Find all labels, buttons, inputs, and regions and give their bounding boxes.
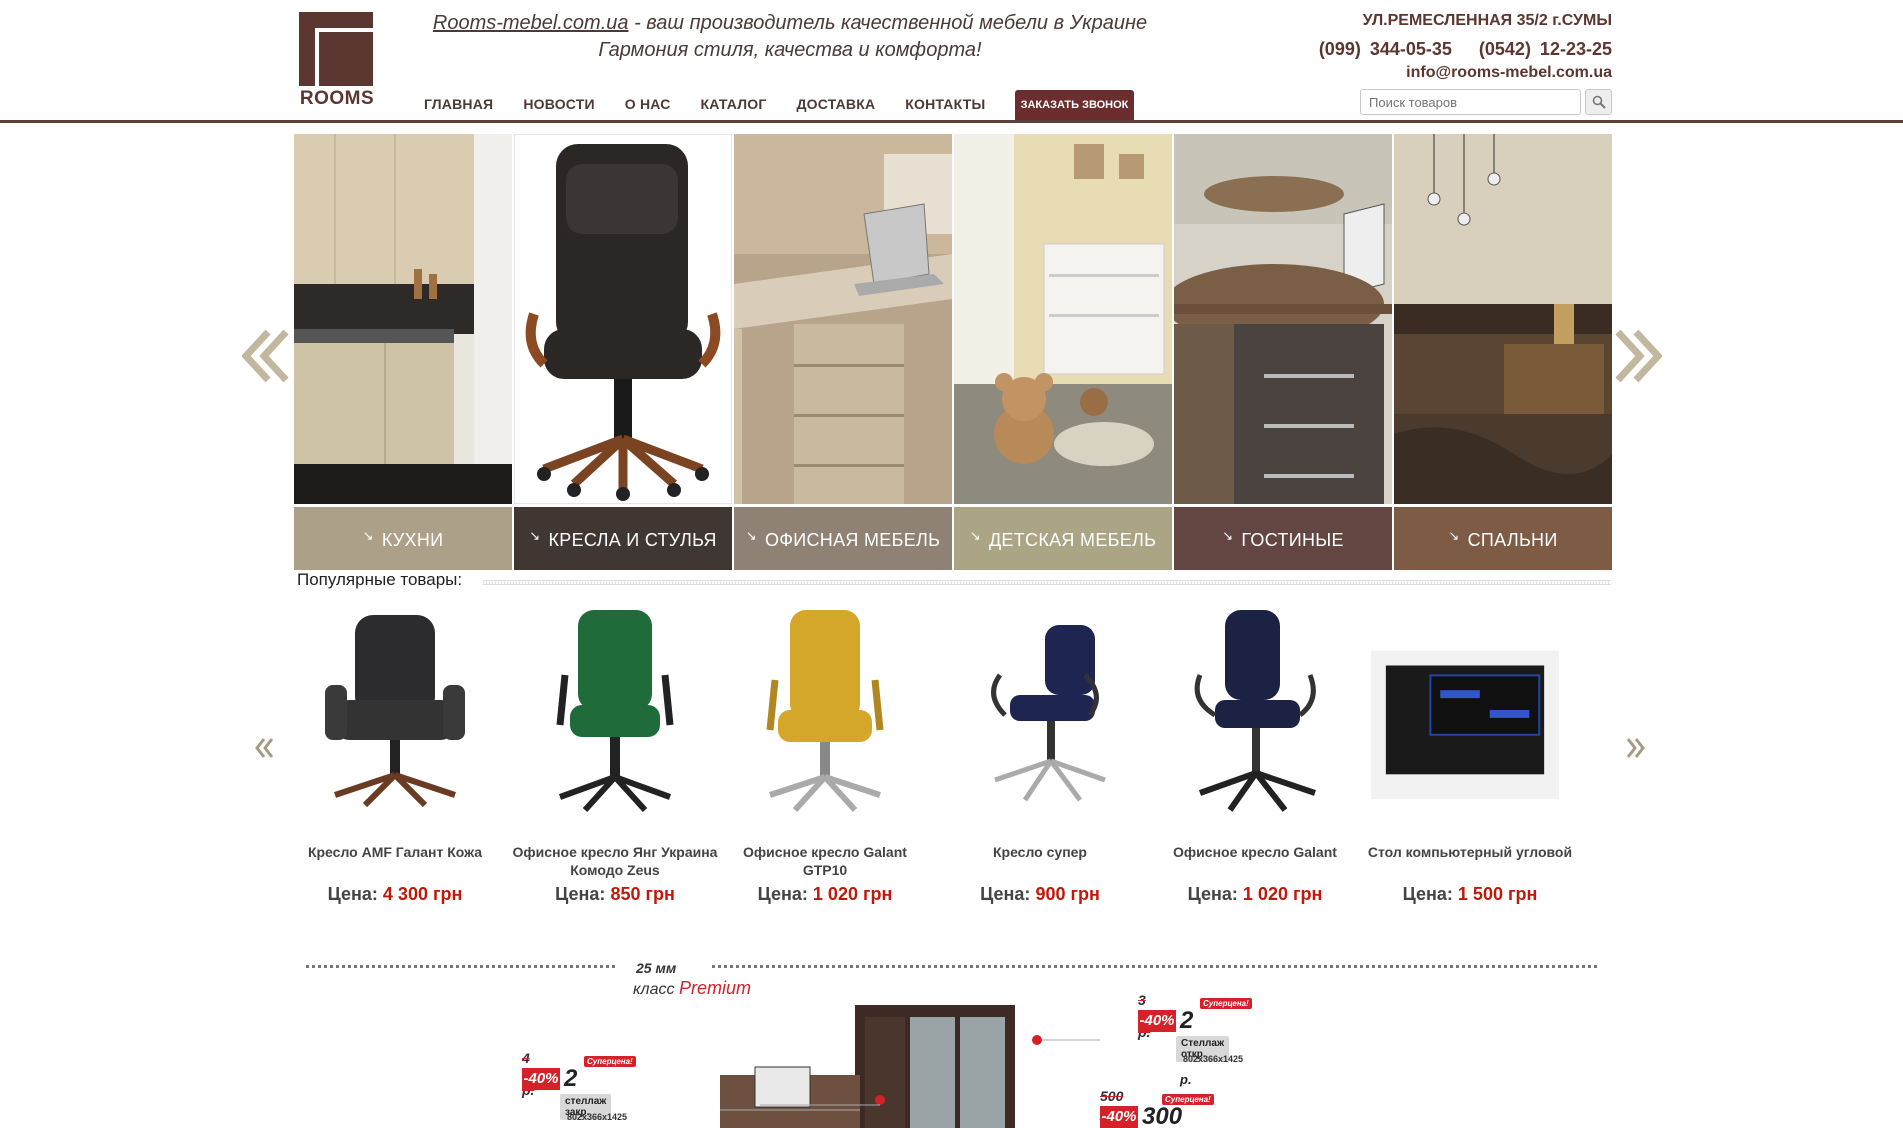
product-image[interactable] (1170, 605, 1340, 815)
carousel-next-icon[interactable] (1624, 736, 1646, 760)
search-icon (1592, 95, 1606, 109)
header-divider (0, 120, 1903, 123)
site-logo[interactable]: ROOMS (298, 12, 376, 109)
popular-divider (483, 580, 1611, 585)
arrow-icon: ↘ (969, 528, 981, 543)
address: УЛ.РЕМЕСЛЕННАЯ 35/2 г.СУМЫ (1362, 12, 1612, 29)
product-name[interactable]: Офисное кресло Янг Украина Комодо Zeus (510, 843, 720, 879)
phones: (099) 344-05-35 (0542) 12-23-25 (1318, 39, 1612, 59)
promo-divider (712, 965, 1600, 968)
category-living[interactable]: ↘ ГОСТИНЫЕ (1174, 134, 1392, 570)
main-nav: ГЛАВНАЯ НОВОСТИ О НАС КАТАЛОГ ДОСТАВКА К… (424, 96, 1015, 112)
category-office[interactable]: ↘ ОФИСНАЯ МЕБЕЛЬ (734, 134, 952, 570)
nav-item-news[interactable]: НОВОСТИ (523, 96, 594, 112)
arrow-icon: ↘ (1448, 528, 1460, 543)
category-label: ↘ ОФИСНАЯ МЕБЕЛЬ (734, 507, 952, 570)
category-bedrooms[interactable]: ↘ СПАЛЬНИ (1394, 134, 1612, 570)
category-photo (954, 134, 1172, 504)
category-kitchens[interactable]: ↘ КУХНИ (294, 134, 512, 570)
product-card[interactable]: Стол компьютерный угловой Цена: 1 500 гр… (1365, 600, 1575, 920)
nav-item-home[interactable]: ГЛАВНАЯ (424, 96, 493, 112)
promo-thickness: 25 мм (636, 960, 677, 976)
tagline-site-link[interactable]: Rooms-mebel.com.ua (433, 12, 629, 34)
product-card[interactable]: Кресло супер Цена: 900 грн (935, 600, 1145, 920)
arrow-icon: ↘ (529, 528, 541, 543)
product-image[interactable] (310, 605, 480, 815)
category-photo (514, 134, 732, 504)
category-label: ↘ ГОСТИНЫЕ (1174, 507, 1392, 570)
category-slider: ↘ КУХНИ ↘ КРЕСЛА И СТУЛЬЯ ↘ ОФИСНАЯ МЕБЕ… (294, 134, 1612, 570)
product-price: Цена: 1 020 грн (1187, 884, 1323, 904)
category-kids[interactable]: ↘ ДЕТСКАЯ МЕБЕЛЬ (954, 134, 1172, 570)
promo-furniture-image (720, 1005, 1100, 1128)
product-card[interactable]: Кресло AMF Галант Кожа Цена: 4 300 грн (290, 600, 500, 920)
promo-divider (306, 965, 616, 968)
nav-item-delivery[interactable]: ДОСТАВКА (797, 96, 876, 112)
product-name[interactable]: Офисное кресло Galant GTP10 (720, 843, 930, 879)
product-name[interactable]: Кресло AMF Галант Кожа (290, 843, 500, 861)
category-label: ↘ СПАЛЬНИ (1394, 507, 1612, 570)
slider-next-icon[interactable] (1614, 328, 1662, 384)
logo-text: ROOMS (299, 88, 375, 109)
slider-prev-icon[interactable] (242, 328, 290, 384)
product-name[interactable]: Офисное кресло Galant (1150, 843, 1360, 861)
site-tagline: Rooms-mebel.com.ua - ваш производитель к… (400, 10, 1180, 64)
email-link[interactable]: info@rooms-mebel.com.ua (1319, 62, 1612, 84)
search-input[interactable] (1360, 89, 1581, 115)
product-image[interactable] (955, 605, 1125, 815)
product-price: Цена: 4 300 грн (327, 884, 463, 904)
product-card[interactable]: Офисное кресло Янг Украина Комодо Zeus Ц… (510, 600, 720, 920)
carousel-prev-icon[interactable] (254, 736, 276, 760)
logo-mark (299, 12, 373, 86)
product-card[interactable]: Офисное кресло Galant Цена: 1 020 грн (1150, 600, 1360, 920)
product-price: Цена: 1 500 грн (1402, 884, 1538, 904)
contact-block: УЛ.РЕМЕСЛЕННАЯ 35/2 г.СУМЫ (099) 344-05-… (1319, 11, 1612, 84)
popular-products: Кресло AMF Галант Кожа Цена: 4 300 грн О… (290, 600, 1600, 920)
product-price: Цена: 850 грн (555, 884, 675, 904)
category-label: ↘ КУХНИ (294, 507, 512, 570)
popular-title: Популярные товары: (297, 570, 463, 589)
category-photo (1174, 134, 1392, 504)
arrow-icon: ↘ (362, 528, 374, 543)
arrow-icon: ↘ (745, 528, 757, 543)
nav-item-about[interactable]: О НАС (625, 96, 671, 112)
nav-item-catalog[interactable]: КАТАЛОГ (701, 96, 767, 112)
category-photo (294, 134, 512, 504)
nav-item-contacts[interactable]: КОНТАКТЫ (905, 96, 985, 112)
product-price: Цена: 1 020 грн (757, 884, 893, 904)
tagline-line2: Гармония стиля, качества и комфорта! (598, 39, 982, 61)
category-label: ↘ ДЕТСКАЯ МЕБЕЛЬ (954, 507, 1172, 570)
product-image[interactable] (530, 605, 700, 815)
product-image[interactable] (740, 605, 910, 815)
category-photo (734, 134, 952, 504)
promo-banner[interactable]: 25 мм класс Premium 4 600 р. Суперцена! … (300, 955, 1605, 1128)
promo-class: класс Premium (633, 978, 751, 998)
category-chairs[interactable]: ↘ КРЕСЛА И СТУЛЬЯ (514, 134, 732, 570)
tagline-text: - ваш производитель качественной мебели … (628, 12, 1148, 34)
arrow-icon: ↘ (1222, 528, 1234, 543)
category-label: ↘ КРЕСЛА И СТУЛЬЯ (514, 507, 732, 570)
product-image[interactable] (1371, 605, 1559, 815)
product-name[interactable]: Кресло супер (935, 843, 1145, 861)
product-price: Цена: 900 грн (980, 884, 1100, 904)
site-header: ROOMS Rooms-mebel.com.ua - ваш производи… (0, 0, 1903, 124)
category-photo (1394, 134, 1612, 504)
search-box (1360, 89, 1612, 115)
product-name[interactable]: Стол компьютерный угловой (1365, 843, 1575, 861)
product-card[interactable]: Офисное кресло Galant GTP10 Цена: 1 020 … (720, 600, 930, 920)
search-button[interactable] (1585, 89, 1612, 115)
callback-button[interactable]: ЗАКАЗАТЬ ЗВОНОК (1015, 90, 1134, 120)
